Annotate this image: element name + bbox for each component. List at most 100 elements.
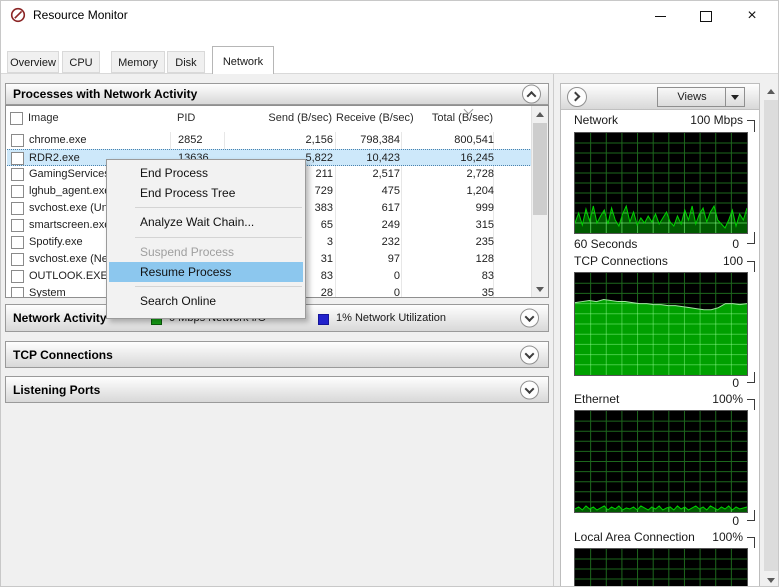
menu-item-search-online[interactable]: Search Online [107, 291, 305, 311]
triangle-down-icon [767, 577, 775, 583]
collapse-processes-button[interactable] [522, 84, 541, 104]
graph-scale-lan: 100% [712, 530, 743, 544]
graph-scale-ethernet: 100% [712, 392, 743, 406]
row-checkbox[interactable] [11, 202, 24, 215]
graph-title-tcp: TCP Connections [574, 254, 668, 268]
select-all-checkbox[interactable] [10, 112, 23, 125]
ethernet-graph [574, 410, 748, 513]
graph-zero-network: 0 [732, 237, 739, 251]
column-header-total[interactable]: Total (B/sec) [403, 112, 493, 124]
maximize-icon [700, 10, 712, 22]
scale-bracket [747, 372, 755, 383]
views-button-label: Views [677, 91, 707, 103]
scroll-down-button[interactable] [532, 281, 548, 297]
panel-divider [553, 74, 554, 586]
listening-ports-title: Listening Ports [13, 382, 101, 397]
scrollbar-thumb[interactable] [533, 123, 547, 215]
graphs-panel-toolbar: Views [561, 84, 759, 110]
scale-bracket [747, 510, 755, 521]
titlebar: Resource Monitor × [1, 1, 778, 31]
tab-overview[interactable]: Overview [7, 51, 59, 73]
listening-ports-section-header: Listening Ports [5, 376, 549, 403]
chevron-down-icon [524, 312, 535, 322]
row-checkbox[interactable] [11, 219, 24, 232]
process-row[interactable]: chrome.exe 2852 2,156 798,384 800,541 [7, 132, 532, 149]
row-checkbox[interactable] [11, 168, 24, 181]
menu-separator [135, 286, 302, 287]
tcp-connections-graph [574, 272, 748, 376]
tcp-connections-section-header: TCP Connections [5, 341, 549, 368]
scale-bracket [747, 120, 755, 132]
graph-scale-network: 100 Mbps [690, 113, 743, 127]
minimize-icon [654, 15, 666, 17]
local-area-connection-graph [574, 548, 748, 586]
graph-title-ethernet: Ethernet [574, 392, 620, 406]
scrollbar-thumb[interactable] [764, 100, 778, 571]
triangle-up-icon [767, 88, 775, 94]
network-graph [574, 132, 748, 234]
row-checkbox[interactable] [11, 270, 24, 283]
graph-title-network: Network [574, 113, 619, 127]
table-scrollbar[interactable] [531, 106, 548, 297]
column-header-receive[interactable]: Receive (B/sec) [336, 112, 414, 124]
graph-scale-tcp: 100 [722, 254, 743, 268]
row-checkbox[interactable] [11, 287, 24, 297]
network-activity-title: Network Activity [13, 311, 107, 325]
tab-cpu[interactable]: CPU [62, 51, 100, 73]
graph-footer-seconds: 60 Seconds [574, 237, 638, 251]
expand-network-activity-button[interactable] [520, 308, 539, 328]
row-checkbox[interactable] [11, 253, 24, 266]
collapse-panel-button[interactable] [567, 87, 587, 107]
graph-zero-tcp: 0 [732, 376, 739, 390]
views-button[interactable]: Views [657, 87, 745, 107]
scroll-up-button[interactable] [763, 83, 778, 99]
graphs-panel: Views Network 100 Mbps 60 Seconds 0 TCP … [560, 83, 760, 586]
network-util-label: 1% Network Utilization [336, 312, 447, 324]
column-header-pid[interactable]: PID [177, 112, 195, 124]
tab-disk[interactable]: Disk [167, 51, 205, 73]
menu-item-resume-process[interactable]: Resume Process [109, 262, 303, 282]
column-header-send[interactable]: Send (B/sec) [231, 112, 332, 124]
chevron-down-icon [524, 348, 535, 359]
graph-title-lan: Local Area Connection [574, 530, 695, 544]
row-checkbox[interactable] [11, 152, 24, 165]
expand-listening-ports-button[interactable] [520, 380, 539, 399]
scroll-up-button[interactable] [532, 106, 548, 122]
menu-item-analyze-wait-chain[interactable]: Analyze Wait Chain... [107, 212, 305, 233]
context-menu: End Process End Process Tree Analyze Wai… [106, 159, 306, 319]
row-checkbox[interactable] [11, 134, 24, 147]
scroll-down-button[interactable] [763, 572, 778, 586]
triangle-down-icon [536, 286, 544, 292]
menu-item-end-process[interactable]: End Process [107, 163, 305, 183]
tab-memory[interactable]: Memory [111, 51, 165, 73]
close-button[interactable]: × [735, 1, 769, 31]
window-title: Resource Monitor [33, 8, 128, 22]
row-checkbox[interactable] [11, 185, 24, 198]
menu-item-end-process-tree[interactable]: End Process Tree [107, 183, 305, 203]
scale-bracket [747, 537, 755, 548]
row-checkbox[interactable] [11, 236, 24, 249]
column-header-image[interactable]: Image [28, 112, 59, 124]
processes-section-header: Processes with Network Activity [5, 83, 549, 105]
triangle-up-icon [536, 111, 544, 117]
processes-section-title: Processes with Network Activity [13, 87, 198, 101]
triangle-down-icon [731, 94, 739, 100]
views-dropdown-arrow[interactable] [725, 88, 744, 106]
scale-bracket [747, 399, 755, 410]
tab-network[interactable]: Network [212, 46, 274, 74]
graph-zero-ethernet: 0 [732, 514, 739, 528]
minimize-button[interactable] [643, 1, 677, 31]
menu-item-suspend-process: Suspend Process [140, 245, 235, 259]
tcp-connections-title: TCP Connections [13, 347, 113, 362]
expand-tcp-connections-button[interactable] [520, 345, 539, 364]
chevron-down-icon [524, 383, 535, 394]
scale-bracket [747, 261, 755, 272]
chevron-up-icon [526, 91, 537, 101]
resource-monitor-icon [10, 7, 26, 23]
maximize-button[interactable] [689, 1, 723, 31]
chevron-right-icon [570, 91, 581, 102]
table-header: Image PID Send (B/sec) Receive (B/sec) T… [6, 106, 532, 132]
network-util-swatch [318, 314, 329, 325]
scale-bracket [747, 232, 755, 244]
window-scrollbar[interactable] [763, 83, 778, 586]
